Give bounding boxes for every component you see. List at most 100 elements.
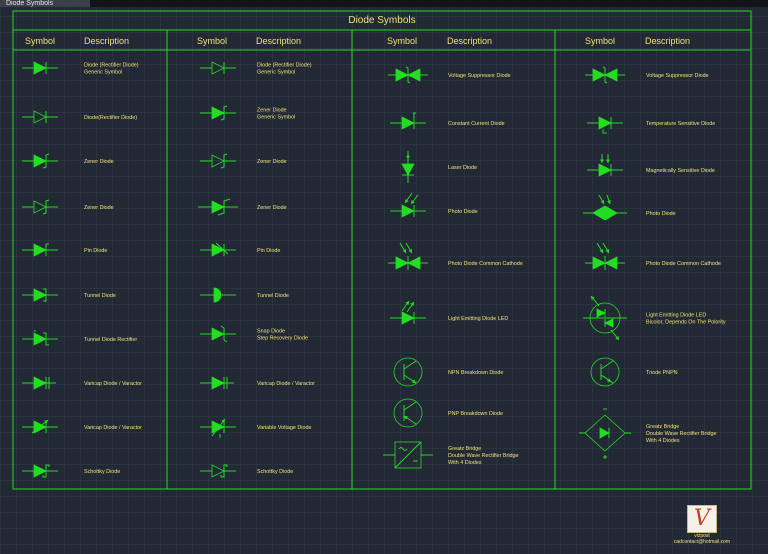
description-line: Light Emitting Diode LED (646, 313, 706, 319)
description-line: Step Recovery Diode (257, 336, 308, 342)
snap-diode-icon (200, 325, 236, 343)
description-col3-row6: Light Emitting Diode LED (448, 316, 508, 322)
description-line: Snap Diode (257, 329, 285, 335)
drawing-sheet: Diode Symbols Symbol Description Symbol Des… (12, 10, 752, 490)
description-col2-row5: Pin Diode (257, 248, 280, 254)
zener-diode-filled-icon (22, 153, 58, 169)
description-line: Light Emitting Diode LED (448, 316, 508, 322)
description-col2-row6: Tunnel Diode (257, 293, 289, 299)
schottky-diode-icon (22, 464, 58, 478)
description-line: Triode PNPN (646, 370, 678, 376)
description-col2-row3: Zener Diode (257, 159, 287, 165)
col2-symbol-header: Symbol (197, 36, 227, 46)
description-line: Photo Diode (448, 209, 478, 215)
description-line: Generic Symbol (257, 115, 295, 121)
description-col3-row1: Voltage Suppressor Diode (448, 73, 511, 79)
varicap-diode-icon (22, 376, 56, 390)
description-col1-row6: Tunnel Diode (84, 293, 116, 299)
author-email: cadcontact@hotmail.com (673, 539, 731, 545)
diode-outline-icon (200, 61, 236, 75)
varicap-diode-icon (200, 376, 234, 390)
col4-description-header: Description (645, 36, 690, 46)
led-icon (390, 300, 426, 325)
description-line: Voltage Suppressor Diode (448, 73, 511, 79)
description-line: With 4 Diodes (646, 438, 680, 444)
zener-diode-filled-icon (200, 105, 236, 121)
author-credit: vizpost cadcontact@hotmail.com (672, 533, 732, 545)
diode-filled-icon (22, 61, 58, 75)
description-line: Temperature Sensitive Diode (646, 121, 715, 127)
col4-symbol-header: Symbol (585, 36, 615, 46)
col1-description-header: Description (84, 36, 129, 46)
description-col4-row5: Photo Diode Common Cathode (646, 261, 721, 267)
diode-outline-icon (22, 110, 58, 124)
sheet-frame (12, 10, 752, 490)
voltage-suppressor-icon (585, 66, 625, 84)
description-col1-row4: Zener Diode (84, 205, 114, 211)
description-line: With 4 Diodes (448, 460, 482, 466)
description-col1-row7: Tunnel Diode Rectifier (84, 337, 137, 343)
tunnel-diode-icon (22, 288, 58, 302)
description-line: Zener Diode (257, 159, 287, 165)
description-line: Varicap Diode / Varactor (84, 425, 142, 431)
description-line: Pin Diode (84, 248, 107, 254)
description-line: Diode(Rectifier Diode) (84, 115, 137, 121)
description-line: Tunnel Diode Rectifier (84, 337, 137, 343)
description-line: Diode (Rectifier Diode) (84, 63, 139, 69)
description-line: Zener Diode (257, 108, 287, 114)
description-line: NPN Breakdown Diode (448, 370, 503, 376)
description-col2-row7: Snap Diode Step Recovery Diode (257, 329, 308, 342)
col3-description-header: Description (447, 36, 492, 46)
schottky-outline-icon (200, 464, 236, 478)
description-line: Schottky Diode (84, 469, 120, 475)
temperature-sensitive-icon (587, 116, 623, 134)
voltage-suppressor-icon (388, 66, 428, 84)
description-col2-row10: Schottky Diode (257, 469, 293, 475)
npn-breakdown-icon (393, 357, 423, 387)
description-line: Diode (Rectifier Diode) (257, 63, 312, 69)
pin-diode-icon (22, 243, 58, 257)
description-line: Varicap Diode / Varactor (84, 381, 142, 387)
zener-diode-outline-icon (22, 199, 58, 215)
varactor-arrow-icon (22, 419, 58, 434)
description-line: Double Wave Rectifier Bridge (448, 453, 519, 459)
tunnel-rectifier-icon (22, 330, 58, 346)
description-col2-row2: Zener Diode Generic Symbol (257, 108, 295, 121)
description-line: Zener Diode (257, 205, 287, 211)
zener-diode-wide-icon (198, 198, 238, 216)
description-col1-row3: Zener Diode (84, 159, 114, 165)
author-logo: V (687, 505, 717, 533)
description-col3-row4: Photo Diode (448, 209, 478, 215)
description-col4-row2: Temperature Sensitive Diode (646, 121, 715, 127)
description-line: Zener Diode (84, 205, 114, 211)
description-col4-row1: Voltage Suppressor Diode (646, 73, 709, 79)
description-line: Greatz Bridge (646, 424, 679, 430)
variable-voltage-icon (200, 418, 236, 438)
description-line: Photo Diode (646, 211, 676, 217)
photo-diode-icon (390, 192, 426, 218)
col1-symbol-header: Symbol (25, 36, 55, 46)
pnp-breakdown-icon (393, 398, 423, 428)
description-line: Generic Symbol (257, 70, 295, 76)
description-col1-row10: Schottky Diode (84, 469, 120, 475)
bicolor-led-icon (583, 295, 627, 341)
description-col1-row9: Varicap Diode / Varactor (84, 425, 142, 431)
description-col4-row4: Photo Diode (646, 211, 676, 217)
description-line: Magnetically Sensitive Diode (646, 168, 715, 174)
sheet-title: Diode Symbols (348, 15, 415, 26)
description-line: Photo Diode Common Cathode (448, 261, 523, 267)
triode-pnpn-icon (590, 357, 620, 387)
description-line: Schottky Diode (257, 469, 293, 475)
description-line: Zener Diode (84, 159, 114, 165)
description-col3-row3: Laser Diode (448, 165, 477, 171)
description-col1-row1: Diode (Rectifier Diode) Generic Symbol (84, 63, 139, 76)
laser-diode-icon (401, 151, 415, 183)
description-line: Bicolor, Depends On The Polority (646, 320, 726, 326)
description-line: Generic Symbol (84, 70, 122, 76)
description-col4-row6: Light Emitting Diode LED Bicolor, Depends… (646, 313, 726, 326)
bridge-diamond-icon (579, 408, 631, 459)
description-line: Laser Diode (448, 165, 477, 171)
description-line: Voltage Suppressor Diode (646, 73, 709, 79)
description-col2-row8: Varicap Diode / Varactor (257, 381, 315, 387)
photo-common-cathode-icon (388, 242, 428, 270)
